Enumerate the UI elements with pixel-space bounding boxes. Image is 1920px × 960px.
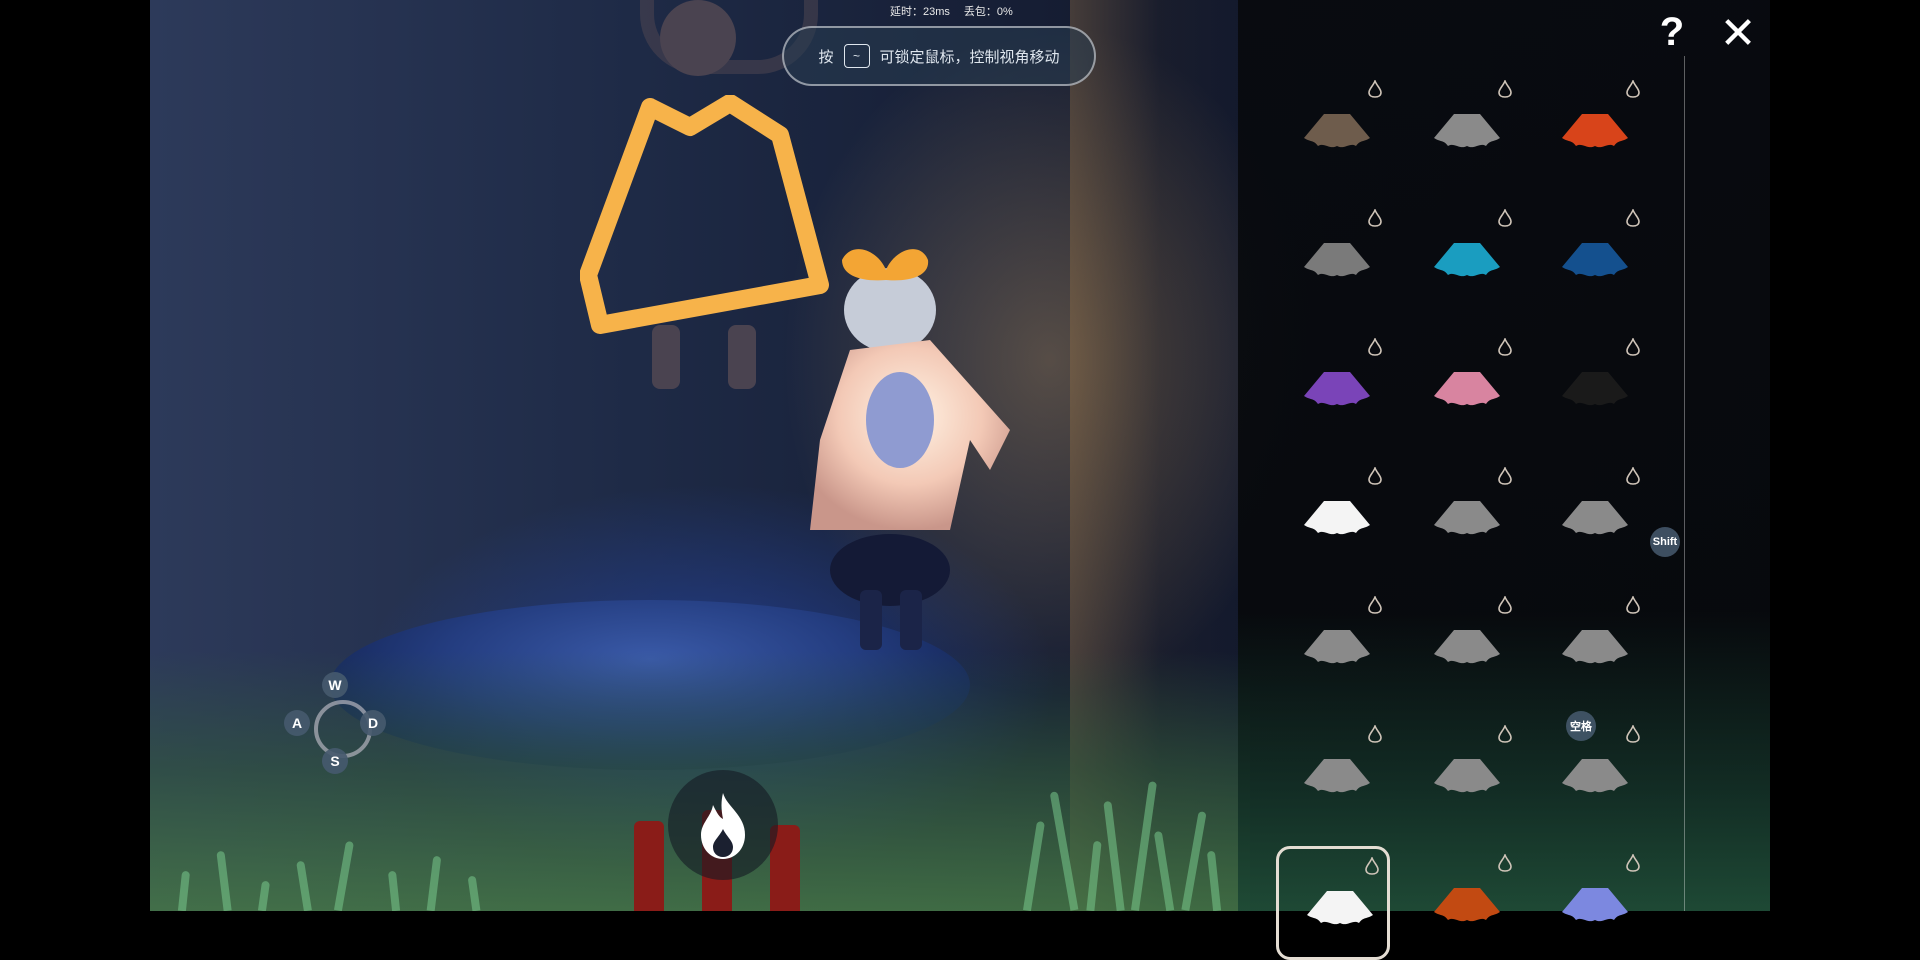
dye-drop-icon [1365,857,1379,875]
cape-option[interactable] [1276,846,1390,960]
dye-drop-icon [1626,725,1640,743]
cape-icon [1304,501,1370,535]
dye-drop-icon [1626,854,1640,872]
cape-icon [1562,372,1628,406]
cape-icon [1434,114,1500,148]
dye-drop-icon [1368,725,1382,743]
cape-option[interactable] [1276,588,1390,702]
mouse-lock-hint: 按 ~ 可锁定鼠标，控制视角移动 [782,26,1096,86]
cape-option[interactable] [1406,72,1520,186]
cape-icon [1562,759,1628,793]
cape-icon [1562,114,1628,148]
dye-drop-icon [1498,209,1512,227]
dye-drop-icon [1498,596,1512,614]
cape-icon [1434,630,1500,664]
silhouette-leg-right [728,325,756,389]
dye-drop-icon [1626,338,1640,356]
dye-drop-icon [1498,725,1512,743]
hint-prefix: 按 [818,48,834,66]
cape-icon [1307,891,1373,925]
dye-drop-icon [1368,80,1382,98]
packet-loss-readout: 丢包：0% [963,6,1013,18]
network-status: 延时：23ms 丢包：0% [890,3,1027,19]
cape-icon [1562,888,1628,922]
cape-option[interactable] [1534,72,1648,186]
cape-option[interactable] [1276,330,1390,444]
silhouette-leg-left [652,325,680,389]
d-key[interactable]: D [360,710,386,736]
cape-icon [1304,630,1370,664]
dye-drop-icon [1498,338,1512,356]
cape-option[interactable] [1406,330,1520,444]
cape-icon [1434,372,1500,406]
dye-drop-icon [1368,596,1382,614]
flame-icon [701,793,745,859]
cape-option[interactable] [1406,588,1520,702]
cape-icon [1562,243,1628,277]
cape-option[interactable] [1406,459,1520,573]
cape-icon [1434,501,1500,535]
dye-drop-icon [1498,854,1512,872]
dye-drop-icon [1498,80,1512,98]
letterbox-right [1770,0,1920,911]
panel-scrollbar[interactable] [1684,56,1685,911]
hint-suffix: 可锁定鼠标，控制视角移动 [879,48,1060,66]
cape-icon [1434,888,1500,922]
cape-option[interactable] [1534,459,1648,573]
cape-icon [1304,372,1370,406]
latency-readout: 延时：23ms [890,6,950,18]
cape-option[interactable] [1534,330,1648,444]
dye-drop-icon [1626,80,1640,98]
dye-drop-icon [1626,596,1640,614]
cape-icon [1304,243,1370,277]
cape-option[interactable] [1406,201,1520,315]
s-key[interactable]: S [322,748,348,774]
close-button[interactable]: ✕ [1718,9,1758,58]
cape-option[interactable] [1406,846,1520,960]
cape-icon [1434,759,1500,793]
candle [634,821,664,911]
cape-icon [1304,759,1370,793]
cape-option[interactable] [1534,201,1648,315]
a-key[interactable]: A [284,710,310,736]
dye-drop-icon [1498,467,1512,485]
cape-option[interactable] [1534,588,1648,702]
cape-icon [1434,243,1500,277]
cape-option[interactable] [1276,201,1390,315]
cape-option[interactable] [1534,846,1648,960]
cape-option[interactable] [1276,717,1390,831]
dye-drop-icon [1368,467,1382,485]
cape-icon [1304,114,1370,148]
cape-option[interactable] [1276,72,1390,186]
help-button[interactable]: ? [1652,10,1692,54]
space-key-badge[interactable]: 空格 [1566,711,1596,741]
silhouette-head [660,0,736,76]
tilde-key-icon: ~ [843,44,870,68]
cape-icon [1562,630,1628,664]
letterbox-left [0,0,150,911]
cape-icon [1562,501,1628,535]
dye-drop-icon [1626,209,1640,227]
dye-drop-icon [1626,467,1640,485]
w-key[interactable]: W [322,672,348,698]
cape-option[interactable] [1406,717,1520,831]
flame-button[interactable] [668,770,778,880]
shift-key-badge[interactable]: Shift [1650,527,1680,557]
movement-controls: W A D S [280,670,400,790]
dye-drop-icon [1368,209,1382,227]
dye-drop-icon [1368,338,1382,356]
cape-option[interactable] [1276,459,1390,573]
player-character[interactable] [790,240,1030,660]
